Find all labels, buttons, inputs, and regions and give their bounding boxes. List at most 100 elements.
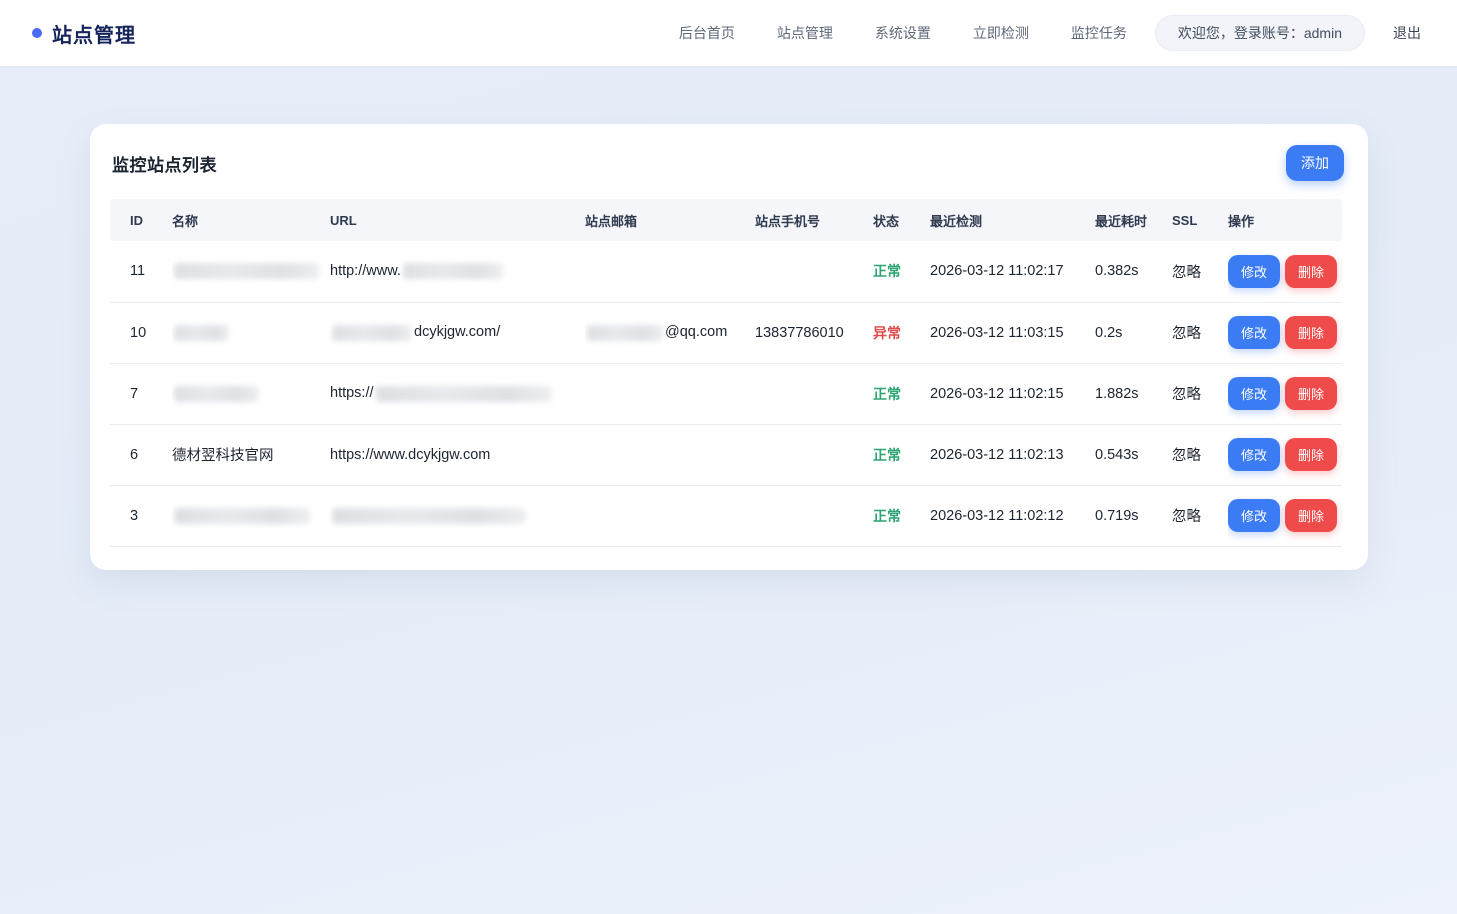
cell-operations: 修改删除 <box>1228 424 1342 485</box>
row-actions: 修改删除 <box>1228 438 1342 471</box>
cell-operations: 修改删除 <box>1228 485 1342 546</box>
site-table: ID名称URL站点邮箱站点手机号状态最近检测最近耗时SSL操作 11 http:/… <box>110 199 1342 547</box>
column-header-6: 最近检测 <box>930 199 1095 241</box>
cell-ssl: 忽略 <box>1172 424 1228 485</box>
row-actions: 修改删除 <box>1228 377 1342 410</box>
cell-duration: 0.2s <box>1095 302 1172 363</box>
edit-button[interactable]: 修改 <box>1228 499 1280 532</box>
edit-button[interactable]: 修改 <box>1228 255 1280 288</box>
logout-link[interactable]: 退出 <box>1393 23 1421 43</box>
status-badge: 正常 <box>873 386 901 402</box>
cell-phone <box>755 363 873 424</box>
cell-duration: 0.382s <box>1095 241 1172 302</box>
card-title: 监控站点列表 <box>112 151 217 176</box>
nav-item-check-now[interactable]: 立即检测 <box>973 23 1029 43</box>
cell-status: 正常 <box>873 241 930 302</box>
edit-button[interactable]: 修改 <box>1228 377 1280 410</box>
nav-item-dashboard[interactable]: 后台首页 <box>679 23 735 43</box>
cell-operations: 修改删除 <box>1228 363 1342 424</box>
cell-name <box>172 302 330 363</box>
cell-ssl: 忽略 <box>1172 241 1228 302</box>
column-header-0: ID <box>110 199 172 241</box>
cell-id: 3 <box>110 485 172 546</box>
redacted-blur <box>174 386 259 402</box>
cell-ssl: 忽略 <box>1172 302 1228 363</box>
cell-name <box>172 241 330 302</box>
delete-button[interactable]: 删除 <box>1285 438 1337 471</box>
main-content: 监控站点列表 添加 ID名称URL站点邮箱站点手机号状态最近检测最近耗时SSL操… <box>0 124 1457 570</box>
cell-duration: 0.543s <box>1095 424 1172 485</box>
add-site-button[interactable]: 添加 <box>1286 145 1344 181</box>
nav-item-system-settings[interactable]: 系统设置 <box>875 23 931 43</box>
cell-name <box>172 485 330 546</box>
edit-button[interactable]: 修改 <box>1228 316 1280 349</box>
cell-last-check: 2026-03-12 11:02:12 <box>930 485 1095 546</box>
cell-name: 德材翌科技官网 <box>172 424 330 485</box>
cell-duration: 0.719s <box>1095 485 1172 546</box>
cell-email <box>585 485 755 546</box>
delete-button[interactable]: 删除 <box>1285 499 1337 532</box>
cell-url: http://www. <box>330 241 585 302</box>
cell-email: @qq.com <box>585 302 755 363</box>
cell-last-check: 2026-03-12 11:03:15 <box>930 302 1095 363</box>
column-header-9: 操作 <box>1228 199 1342 241</box>
redacted-blur <box>332 508 526 524</box>
table-row: 6德材翌科技官网 https://www.dcykjgw.com 正常 2026-03… <box>110 424 1342 485</box>
edit-button[interactable]: 修改 <box>1228 438 1280 471</box>
cell-status: 正常 <box>873 424 930 485</box>
nav-item-monitor-tasks[interactable]: 监控任务 <box>1071 23 1127 43</box>
cell-email <box>585 241 755 302</box>
cell-last-check: 2026-03-12 11:02:15 <box>930 363 1095 424</box>
column-header-5: 状态 <box>873 199 930 241</box>
cell-phone <box>755 424 873 485</box>
top-navbar: 站点管理 后台首页 站点管理 系统设置 立即检测 监控任务 欢迎您，登录账号：a… <box>0 0 1457 66</box>
column-header-8: SSL <box>1172 199 1228 241</box>
cell-email <box>585 424 755 485</box>
delete-button[interactable]: 删除 <box>1285 316 1337 349</box>
cell-id: 6 <box>110 424 172 485</box>
cell-duration: 1.882s <box>1095 363 1172 424</box>
column-header-3: 站点邮箱 <box>585 199 755 241</box>
cell-phone <box>755 485 873 546</box>
cell-name <box>172 363 330 424</box>
delete-button[interactable]: 删除 <box>1285 255 1337 288</box>
row-actions: 修改删除 <box>1228 255 1342 288</box>
redacted-blur <box>174 325 229 341</box>
cell-id: 11 <box>110 241 172 302</box>
cell-last-check: 2026-03-12 11:02:13 <box>930 424 1095 485</box>
redacted-blur <box>174 508 310 524</box>
table-row: 11http://www.正常2026-03-12 11:02:170.382s… <box>110 241 1342 302</box>
brand: 站点管理 <box>32 19 136 48</box>
card-header: 监控站点列表 添加 <box>110 124 1348 199</box>
cell-id: 7 <box>110 363 172 424</box>
cell-id: 10 <box>110 302 172 363</box>
cell-text: @qq.com <box>665 324 727 340</box>
nav-item-site-management[interactable]: 站点管理 <box>777 23 833 43</box>
cell-url <box>330 485 585 546</box>
site-table-header: ID名称URL站点邮箱站点手机号状态最近检测最近耗时SSL操作 <box>110 199 1342 241</box>
cell-text: 德材翌科技官网 <box>172 448 274 464</box>
table-row: 10 dcykjgw.com/ @qq.com 13837786010异常2026-0… <box>110 302 1342 363</box>
cell-text: dcykjgw.com/ <box>414 324 500 340</box>
row-actions: 修改删除 <box>1228 316 1342 349</box>
cell-status: 正常 <box>873 485 930 546</box>
cell-url: https://www.dcykjgw.com <box>330 424 585 485</box>
redacted-blur <box>376 386 552 402</box>
status-badge: 正常 <box>873 508 901 524</box>
cell-phone: 13837786010 <box>755 302 873 363</box>
status-badge: 正常 <box>873 263 901 279</box>
cell-ssl: 忽略 <box>1172 363 1228 424</box>
column-header-1: 名称 <box>172 199 330 241</box>
brand-dot-icon <box>32 28 42 38</box>
table-row: 7https://正常2026-03-12 11:02:151.882s忽略修改… <box>110 363 1342 424</box>
cell-status: 异常 <box>873 302 930 363</box>
column-header-7: 最近耗时 <box>1095 199 1172 241</box>
monitor-site-list-card: 监控站点列表 添加 ID名称URL站点邮箱站点手机号状态最近检测最近耗时SSL操… <box>90 124 1368 570</box>
table-row: 3 正常 2026-03-12 11:02:120.719s忽略修改删除 <box>110 485 1342 546</box>
redacted-blur <box>174 263 319 279</box>
status-badge: 正常 <box>873 447 901 463</box>
redacted-blur <box>332 325 412 341</box>
cell-operations: 修改删除 <box>1228 302 1342 363</box>
delete-button[interactable]: 删除 <box>1285 377 1337 410</box>
cell-ssl: 忽略 <box>1172 485 1228 546</box>
